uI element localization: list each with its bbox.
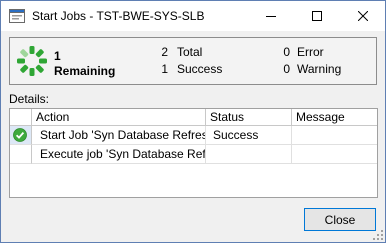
- table-row[interactable]: Start Job 'Syn Database Refres... Succes…: [10, 126, 377, 145]
- column-header-action[interactable]: Action: [32, 109, 206, 126]
- details-label: Details:: [9, 92, 50, 106]
- success-label: Success: [177, 62, 223, 76]
- window-title: Start Jobs - TST-BWE-SYS-SLB: [32, 9, 205, 23]
- warning-count: 0: [283, 62, 290, 76]
- row-status-cell: [206, 145, 292, 164]
- maximize-icon: [312, 11, 322, 21]
- close-button[interactable]: Close: [304, 208, 376, 231]
- table-row[interactable]: Execute job 'Syn Database Ref...: [10, 145, 377, 164]
- row-message-cell: [292, 126, 377, 145]
- row-action-cell: Start Job 'Syn Database Refres...: [32, 126, 206, 145]
- row-message-cell: [292, 145, 377, 164]
- app-icon: [9, 9, 25, 23]
- total-count: 2: [161, 45, 168, 59]
- progress-spinner-icon: [17, 46, 47, 76]
- progress-summary-panel: 1 Remaining 2 Total 1 Success 0 Error 0 …: [9, 37, 377, 85]
- remaining-count: 1: [54, 49, 61, 63]
- minimize-button[interactable]: [248, 1, 294, 31]
- error-label: Error: [297, 45, 324, 59]
- column-header-status[interactable]: Status: [206, 109, 292, 126]
- close-window-button[interactable]: [340, 1, 385, 31]
- column-header-message[interactable]: Message: [292, 109, 377, 126]
- remaining-label: Remaining: [54, 64, 116, 78]
- row-status-cell: Success: [206, 126, 292, 145]
- resize-grip-icon[interactable]: [373, 230, 383, 240]
- close-icon: [358, 11, 368, 21]
- maximize-button[interactable]: [294, 1, 340, 31]
- success-count: 1: [161, 62, 168, 76]
- error-count: 0: [283, 45, 290, 59]
- details-grid: Action Status Message Start Job 'Syn Dat…: [9, 108, 378, 198]
- row-indicator: [10, 145, 32, 164]
- row-indicator: [10, 126, 32, 145]
- success-check-icon: [13, 128, 27, 142]
- start-jobs-dialog: Start Jobs - TST-BWE-SYS-SLB 1 Remaining…: [0, 0, 386, 243]
- warning-label: Warning: [297, 62, 342, 76]
- total-label: Total: [177, 45, 203, 59]
- row-action-cell: Execute job 'Syn Database Ref...: [32, 145, 206, 164]
- title-bar: Start Jobs - TST-BWE-SYS-SLB: [1, 1, 385, 31]
- row-indicator-header: [10, 109, 32, 126]
- minimize-icon: [266, 16, 276, 17]
